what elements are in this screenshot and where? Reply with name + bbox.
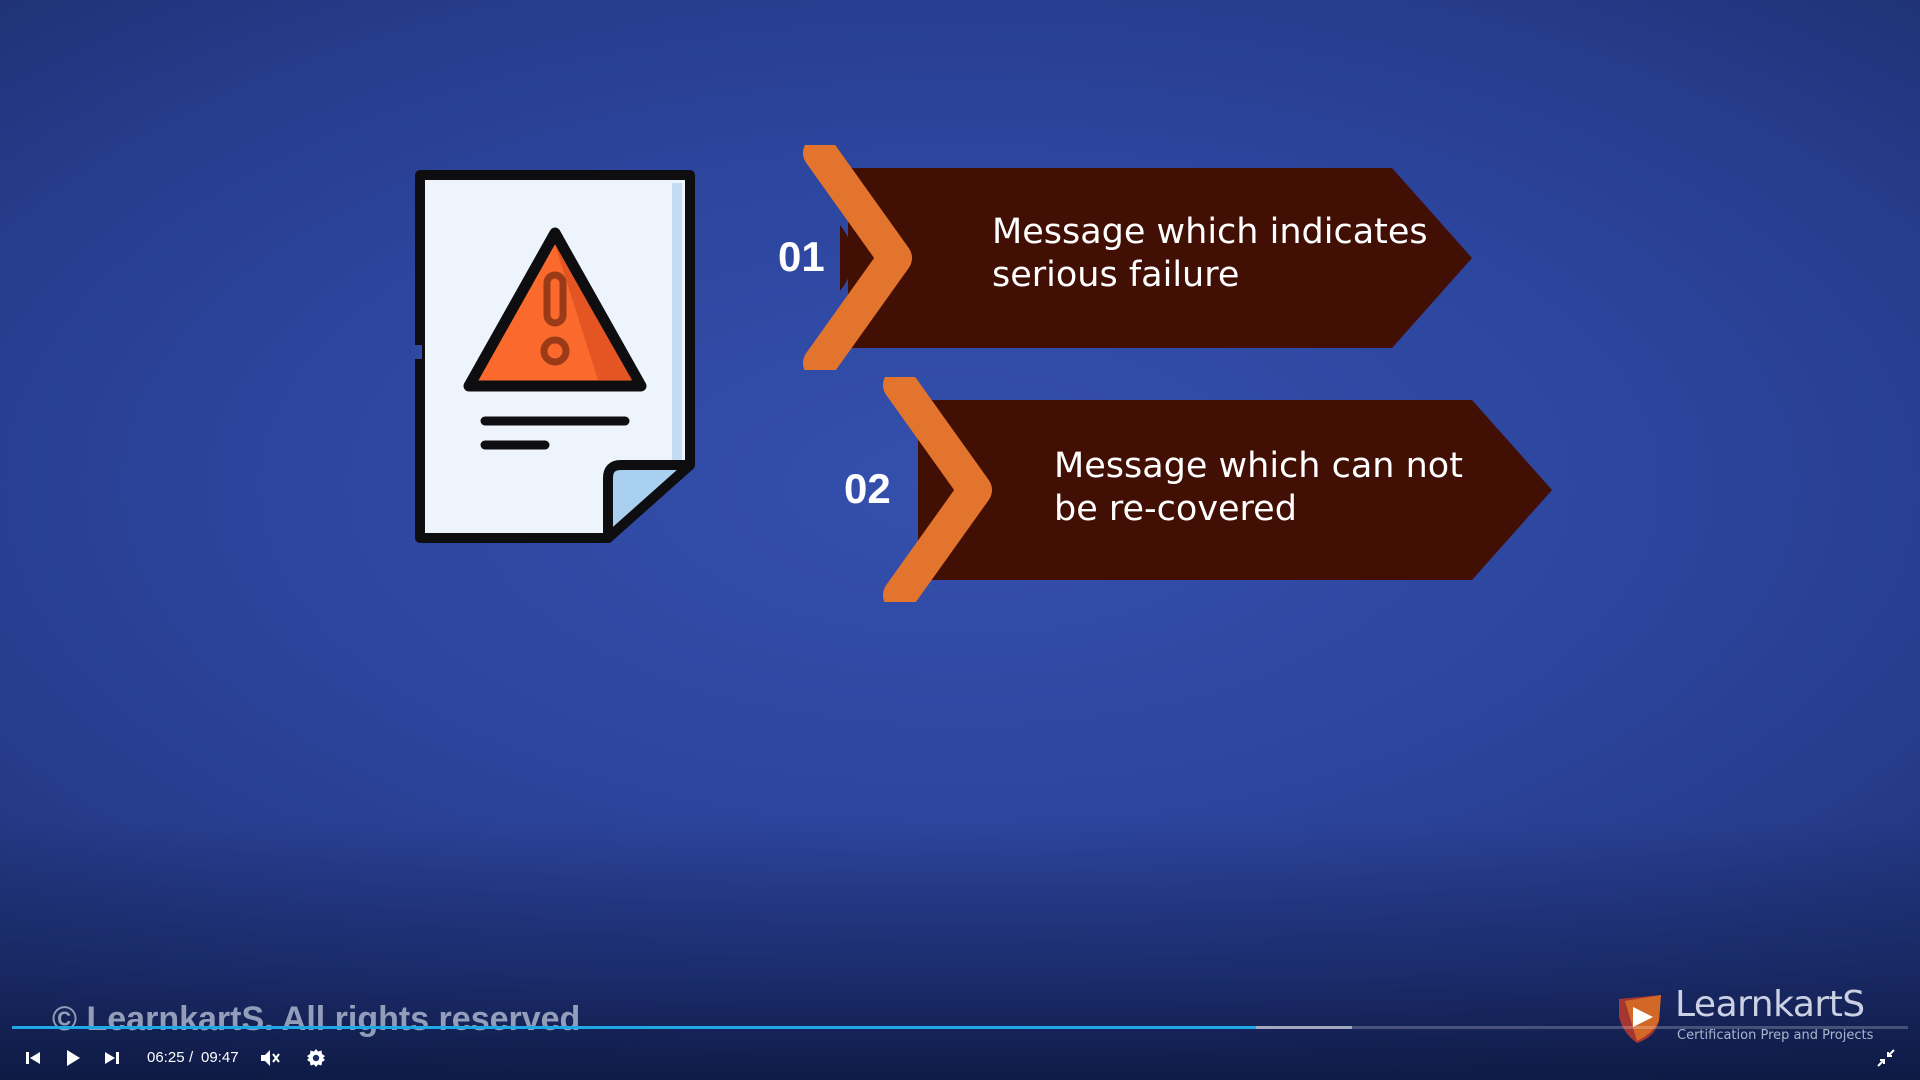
warning-document-illustration bbox=[410, 165, 700, 550]
exit-fullscreen-button[interactable] bbox=[1868, 1040, 1904, 1076]
volume-icon bbox=[261, 1050, 280, 1066]
brand-name: LearnkartS bbox=[1675, 984, 1865, 1025]
time-separator: / bbox=[189, 1049, 194, 1066]
item-number: 02 bbox=[844, 465, 891, 512]
skip-previous-icon bbox=[26, 1052, 40, 1064]
player-controls: 06:25 / 09:47 bbox=[0, 1040, 1920, 1076]
play-icon bbox=[67, 1050, 80, 1066]
volume-button[interactable] bbox=[252, 1040, 288, 1076]
callout-item-01: 01 Message which indicates serious failu… bbox=[770, 145, 1480, 370]
current-time: 06:25 bbox=[147, 1049, 185, 1066]
progress-played bbox=[12, 1026, 1256, 1029]
play-button[interactable] bbox=[55, 1040, 91, 1076]
next-button[interactable] bbox=[94, 1040, 130, 1076]
item-number: 01 bbox=[778, 233, 825, 280]
copyright-watermark: © LearnkartS. All rights reserved bbox=[52, 1000, 581, 1038]
duration: 09:47 bbox=[201, 1049, 239, 1066]
callout-item-02: 02 Message which can not be re-covered bbox=[840, 377, 1560, 602]
brand-shield-icon bbox=[1619, 995, 1661, 1043]
item-text: Message which can not be re-covered bbox=[1054, 446, 1463, 529]
gear-icon bbox=[307, 1049, 325, 1067]
settings-button[interactable] bbox=[298, 1040, 334, 1076]
progress-bar[interactable] bbox=[12, 1026, 1908, 1029]
previous-button[interactable] bbox=[15, 1040, 51, 1076]
skip-next-icon bbox=[105, 1052, 119, 1064]
document-fold bbox=[603, 460, 695, 543]
video-frame[interactable]: 01 Message which indicates serious failu… bbox=[0, 0, 1920, 1080]
exit-fullscreen-icon bbox=[1877, 1049, 1895, 1067]
item-text: Message which indicates serious failure bbox=[992, 212, 1428, 295]
